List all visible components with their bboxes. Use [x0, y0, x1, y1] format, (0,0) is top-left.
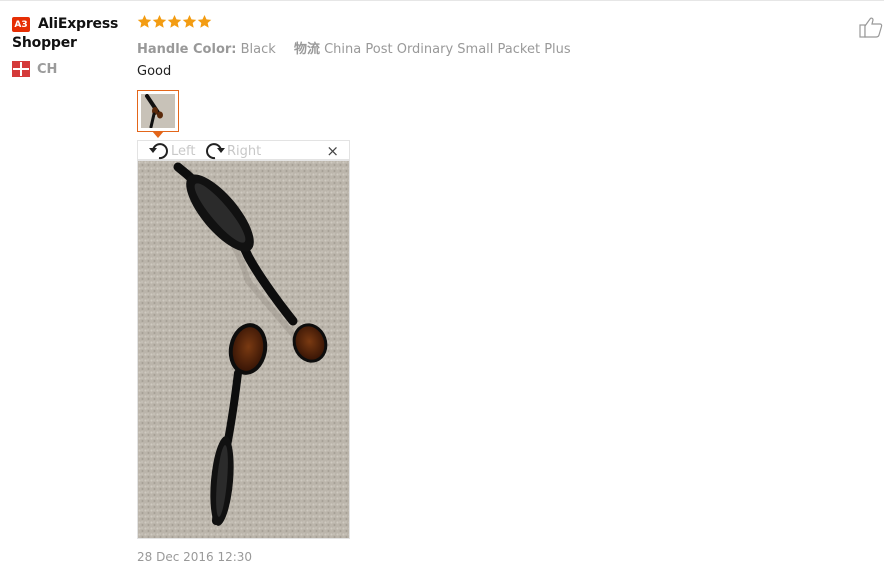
star-icon	[137, 14, 152, 28]
user-level-badge: A3	[12, 17, 30, 32]
rotate-right-label: Right	[227, 143, 262, 159]
helpful-button[interactable]	[859, 16, 883, 38]
review-photo-thumbnail[interactable]	[137, 90, 179, 132]
makeup-brush-photo	[138, 161, 349, 538]
star-icon	[197, 14, 212, 28]
rotate-left-label: Left	[171, 143, 196, 159]
user-country: CH	[37, 62, 58, 77]
thumbnail-pointer	[152, 131, 164, 138]
review-date: 28 Dec 2016 12:30	[137, 550, 253, 564]
rotate-left-icon	[149, 143, 168, 160]
brush-thumbnail-image	[141, 94, 175, 128]
star-icon	[167, 14, 182, 28]
swiss-flag-icon	[12, 61, 30, 77]
rotate-right-icon	[206, 143, 225, 160]
shipping-label: 物流	[293, 42, 320, 57]
review-attributes: Handle Color: Black 物流 China Post Ordina…	[137, 38, 571, 57]
color-value: Black	[240, 42, 276, 57]
shipping-value: China Post Ordinary Small Packet Plus	[324, 42, 571, 57]
rating-stars	[137, 14, 212, 32]
close-viewer-button[interactable]: ×	[326, 141, 339, 161]
color-key: Handle Color:	[137, 42, 237, 57]
rotate-right-button[interactable]: Right	[204, 142, 261, 160]
rotate-left-button[interactable]: Left	[148, 142, 195, 160]
review-text: Good	[137, 64, 172, 79]
review-photo-large	[137, 160, 350, 539]
thumbs-up-icon	[859, 17, 883, 38]
star-icon	[152, 14, 167, 28]
top-divider	[0, 0, 884, 1]
image-viewer-toolbar: Left Right ×	[137, 140, 350, 160]
star-icon	[182, 14, 197, 28]
